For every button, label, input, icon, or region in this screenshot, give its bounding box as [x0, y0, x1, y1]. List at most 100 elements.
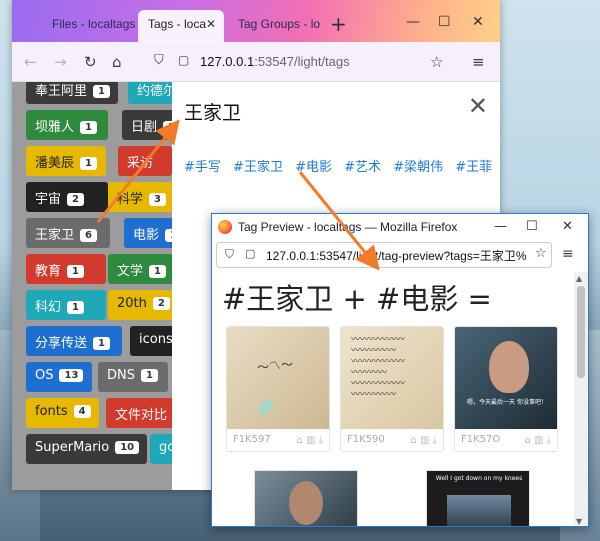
tag-count-badge: 4 [73, 405, 91, 418]
tag-chip[interactable]: 科学 3 [108, 182, 172, 212]
related-tag[interactable]: #电影 [295, 160, 332, 175]
file-card[interactable]: Well I got down on my knees [426, 470, 530, 526]
file-id: F1K57O [461, 434, 501, 445]
bookmark-star-icon[interactable]: ☆ [535, 246, 547, 261]
handwriting-mark: 〰〰〰〰〰〰 〰〰〰〰〰 〰〰〰〰〰〰 〰〰〰〰 〰〰〰〰〰〰 〰〰〰〰〰 [351, 335, 406, 400]
tag-count-badge: 13 [59, 369, 84, 382]
tag-name: 分享传送 [35, 336, 88, 351]
scroll-up-icon[interactable]: ▲ [576, 274, 582, 283]
tag-name: icons [139, 332, 172, 347]
preview-window-title: Tag Preview - localtags — Mozilla Firefo… [238, 220, 458, 234]
tag-name: 宇宙 [35, 192, 62, 207]
file-card[interactable]: 〜〽〜 F1K597 ⌂ ▥ ⤓ [226, 326, 330, 452]
tag-name: 科幻 [35, 300, 62, 315]
tab-files[interactable]: Files - localtags [42, 10, 152, 42]
scroll-down-icon[interactable]: ▼ [576, 517, 582, 526]
url-path: :53547/light/tags [254, 54, 350, 69]
tag-preview-window: Tag Preview - localtags — Mozilla Firefo… [211, 213, 589, 527]
home-icon[interactable]: ⌂ [112, 53, 122, 71]
related-tag[interactable]: #手写 [184, 160, 221, 175]
tag-chip[interactable]: 宇宙 2 [26, 182, 108, 212]
tag-chip[interactable]: 文件对比 [106, 398, 172, 428]
file-id: F1K590 [347, 434, 385, 445]
minimize-button[interactable]: — [494, 219, 507, 234]
related-tag[interactable]: #梁朝伟 [393, 160, 443, 175]
tag-chip[interactable]: 奉王阿里 1 [26, 82, 118, 104]
close-icon[interactable]: ✕ [468, 94, 488, 118]
movie-subtitle: Well I got down on my knees [435, 475, 523, 482]
tag-name: 教育 [35, 264, 62, 279]
card-action-icons[interactable]: ⌂ ▥ ⤓ [296, 435, 323, 446]
card-action-icons[interactable]: ⌂ ▥ ⤓ [524, 435, 551, 446]
tag-name: fonts [35, 404, 68, 419]
back-icon[interactable]: ← [24, 53, 37, 71]
new-tab-button[interactable]: + [330, 14, 347, 34]
menu-icon[interactable]: ≡ [562, 246, 574, 262]
tag-chip[interactable]: 电影 13 [124, 218, 172, 248]
tag-chip[interactable]: 20th 2 [108, 290, 172, 320]
tag-list: 奉王阿里1约德尔坝雅人1日剧1潘美辰1采访宇宙2科学3王家卫6电影13教育1文学… [12, 82, 172, 490]
related-tag[interactable]: #艺术 [344, 160, 381, 175]
tag-chip[interactable]: DNS 1 [98, 362, 168, 392]
tag-name: SuperMario [35, 440, 110, 455]
tag-chip[interactable]: 坝雅人 1 [26, 110, 108, 140]
movie-still-figure [289, 481, 323, 525]
tag-chip[interactable]: 日剧 1 [122, 110, 172, 140]
tag-name: 王家卫 [35, 228, 75, 243]
tag-name: 科学 [117, 192, 144, 207]
shield-icon[interactable]: ⛉ [225, 247, 234, 262]
panel-title: 王家卫 [184, 102, 242, 124]
tag-name: DNS [107, 368, 135, 383]
close-window-button[interactable]: ✕ [562, 219, 573, 234]
tag-name: OS [35, 368, 54, 383]
shield-icon[interactable]: ⛉ [154, 53, 164, 68]
movie-still-figure [447, 495, 511, 526]
tag-chip[interactable]: 文学 1 [108, 254, 172, 284]
tab-tags[interactable]: Tags - localtags ✕ [138, 10, 224, 42]
tag-chip[interactable]: 分享传送 1 [26, 326, 122, 356]
close-window-button[interactable]: ✕ [472, 14, 484, 30]
related-tag[interactable]: #王家卫 [233, 160, 283, 175]
address-bar[interactable]: 127.0.0.1:53547/light/tags [200, 54, 350, 69]
tag-chip[interactable]: 教育 1 [26, 254, 106, 284]
tag-count-badge: 1 [67, 301, 84, 314]
preview-url: 127.0.0.1:53547/light/tag-preview?tags=王… [266, 249, 527, 263]
minimize-button[interactable]: — [406, 14, 420, 30]
bookmark-star-icon[interactable]: ☆ [430, 53, 443, 71]
tag-chip[interactable]: 王家卫 6 [26, 218, 110, 248]
tab-strip: Files - localtags Tags - localtags ✕ Tag… [12, 0, 500, 42]
tag-chip[interactable]: fonts 4 [26, 398, 99, 428]
file-card[interactable]: 嗯，今天最后一天 你没事吧！ F1K57O ⌂ ▥ ⤓ [454, 326, 558, 452]
tag-chip[interactable]: OS 13 [26, 362, 92, 392]
preview-title-bar: Tag Preview - localtags — Mozilla Firefo… [212, 214, 588, 240]
tag-chip[interactable]: SuperMario 10 [26, 434, 148, 464]
tab-label: Files - localtags [52, 17, 136, 31]
tag-chip[interactable]: 约德尔 [128, 82, 172, 104]
related-tag[interactable]: #王菲 [455, 160, 492, 175]
tag-chip[interactable]: 潘美辰 1 [26, 146, 106, 176]
tag-chip[interactable]: icons [130, 326, 172, 356]
tab-tag-groups[interactable]: Tag Groups - lo [228, 10, 328, 42]
tag-count-badge: 1 [80, 157, 97, 170]
close-tab-icon[interactable]: ✕ [206, 17, 216, 31]
maximize-button[interactable]: ☐ [526, 219, 538, 234]
file-card[interactable] [254, 470, 358, 526]
tab-label: Tags - localtags [148, 17, 206, 31]
reload-icon[interactable]: ↻ [84, 53, 97, 71]
firefox-logo-icon [218, 220, 232, 234]
scrollbar[interactable]: ▲ ▼ [574, 272, 588, 526]
tag-chip[interactable]: go [150, 434, 172, 464]
menu-icon[interactable]: ≡ [472, 53, 485, 71]
file-card[interactable]: 〰〰〰〰〰〰 〰〰〰〰〰 〰〰〰〰〰〰 〰〰〰〰 〰〰〰〰〰〰 〰〰〰〰〰 F1K590 … [340, 326, 444, 452]
tag-chip[interactable]: 科幻 1 [26, 290, 106, 320]
tag-count-badge: 10 [115, 441, 140, 454]
tab-label: Tag Groups - lo [238, 17, 321, 31]
card-action-icons[interactable]: ⌂ ▥ ⤓ [410, 435, 437, 446]
preview-heading: #王家卫 + #电影 = [222, 282, 492, 316]
forward-icon[interactable]: → [54, 53, 67, 71]
tag-chip[interactable]: 采访 [118, 146, 172, 176]
tag-name: 日剧 [131, 120, 158, 135]
scrollbar-thumb[interactable] [577, 286, 585, 378]
maximize-button[interactable]: ☐ [438, 14, 451, 30]
tag-count-badge: 6 [80, 229, 97, 242]
